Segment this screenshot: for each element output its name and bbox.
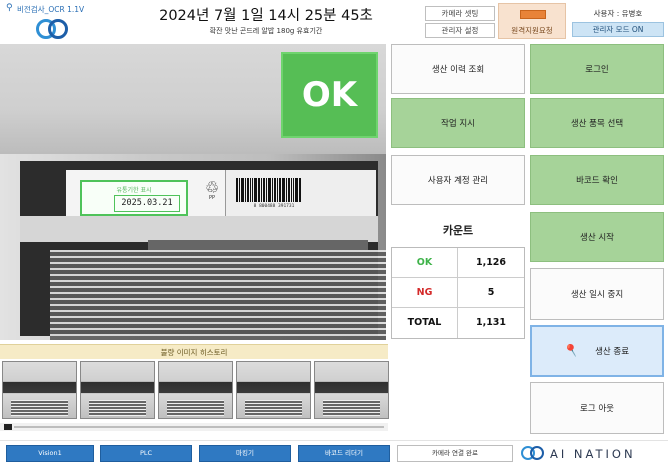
camera-view: 유통기한 표시 2025.03.21 ♲ PP 8 800488 391731 O… bbox=[0, 44, 386, 340]
logo-ring-right bbox=[48, 19, 68, 39]
select-product-button[interactable]: 생산 품목 선택 bbox=[530, 98, 664, 148]
company-logo bbox=[36, 19, 74, 39]
history-thumbnail[interactable] bbox=[80, 361, 155, 419]
count-label: TOTAL bbox=[392, 308, 458, 338]
ocr-date: 2025.03.21 bbox=[114, 195, 180, 212]
ocr-detection-box: 유통기한 표시 2025.03.21 bbox=[80, 180, 188, 216]
pushpin-icon: 📍 bbox=[562, 340, 584, 362]
history-thumbnail[interactable] bbox=[314, 361, 389, 419]
start-production-button[interactable]: 생산 시작 bbox=[530, 212, 664, 262]
user-label: 사용자 : 유병호 bbox=[593, 9, 643, 18]
brand-name: AI NATION bbox=[550, 447, 636, 461]
logout-button[interactable]: 로그 아웃 bbox=[530, 382, 664, 434]
package-printed-text bbox=[50, 250, 386, 340]
user-account-button[interactable]: 사용자 계정 관리 bbox=[391, 155, 525, 205]
history-scrollbar[interactable] bbox=[0, 423, 388, 431]
scrollbar-track bbox=[14, 426, 384, 428]
history-thumbnail[interactable] bbox=[2, 361, 77, 419]
product-title: 확잔 맛난 곤드레 알밥 180g 유효기간 bbox=[209, 27, 323, 35]
pause-production-button[interactable]: 생산 일시 중지 bbox=[530, 268, 664, 320]
history-header: 불량 이미지 히스토리 bbox=[0, 344, 388, 359]
location-pin-icon: ⚲ bbox=[6, 3, 13, 13]
recycle-icon: ♲ PP bbox=[198, 178, 226, 208]
package-text-header bbox=[148, 240, 368, 250]
count-row-ok: OK 1,126 bbox=[392, 248, 524, 278]
count-table: OK 1,126 NG 5 TOTAL 1,131 bbox=[391, 247, 525, 339]
work-order-button[interactable]: 작업 지시 bbox=[391, 98, 525, 148]
count-row-total: TOTAL 1,131 bbox=[392, 308, 524, 338]
remote-support-label: 원격지원요청 bbox=[511, 26, 553, 35]
history-thumbnail[interactable] bbox=[158, 361, 233, 419]
login-button[interactable]: 로그인 bbox=[530, 44, 664, 94]
package-band bbox=[20, 216, 378, 242]
barcode-reader-status-button[interactable]: 바코드 리더기 bbox=[298, 445, 390, 462]
count-panel: 카운트 OK 1,126 NG 5 TOTAL 1,131 bbox=[391, 210, 525, 342]
remote-support-button[interactable]: 원격지원요청 bbox=[498, 3, 566, 39]
brand-logo-ring-right bbox=[530, 446, 544, 460]
camera-connection-status: 카메라 연결 완료 bbox=[397, 445, 513, 462]
end-production-label: 생산 종료 bbox=[595, 347, 630, 357]
plc-status-button[interactable]: PLC bbox=[100, 445, 192, 462]
datetime-display: 2024년 7월 1일 14시 25분 45초 bbox=[159, 8, 373, 24]
brand-logo: AI NATION bbox=[521, 444, 665, 464]
count-label: OK bbox=[392, 248, 458, 278]
brand: ⚲ 비전검사_OCR 1.1V bbox=[6, 3, 116, 39]
admin-settings-button[interactable]: 관리자 설정 bbox=[425, 23, 495, 38]
count-title: 카운트 bbox=[442, 224, 474, 237]
barcode-check-button[interactable]: 바코드 확인 bbox=[530, 155, 664, 205]
ocr-caption: 유통기한 표시 bbox=[116, 187, 152, 194]
history-title: 불량 이미지 히스토리 bbox=[160, 348, 228, 357]
count-value: 5 bbox=[487, 287, 495, 298]
recycle-label: PP bbox=[208, 195, 216, 201]
count-value: 1,131 bbox=[475, 317, 507, 328]
footer: Vision1 PLC 마킹기 바코드 리더기 카메라 연결 완료 AI NAT… bbox=[0, 440, 668, 470]
scrollbar-thumb[interactable] bbox=[4, 424, 12, 430]
inspection-result-badge: OK bbox=[281, 52, 378, 138]
vision-status-button[interactable]: Vision1 bbox=[6, 445, 94, 462]
history-thumbnail[interactable] bbox=[236, 361, 311, 419]
count-row-ng: NG 5 bbox=[392, 278, 524, 308]
count-label: NG bbox=[392, 278, 458, 308]
end-production-button[interactable]: 📍 생산 종료 bbox=[530, 325, 664, 377]
barcode-number: 8 800488 391731 bbox=[253, 204, 295, 209]
remote-status-indicator bbox=[520, 10, 546, 19]
production-history-button[interactable]: 생산 이력 조회 bbox=[391, 44, 525, 94]
admin-mode-button[interactable]: 관리자 모드 ON bbox=[572, 22, 664, 37]
count-value: 1,126 bbox=[475, 257, 507, 268]
app-name: 비전검사_OCR 1.1V bbox=[17, 5, 85, 14]
header: ⚲ 비전검사_OCR 1.1V 2024년 7월 1일 14시 25분 45초 … bbox=[0, 0, 668, 40]
printer-status-button[interactable]: 마킹기 bbox=[199, 445, 291, 462]
camera-settings-button[interactable]: 카메라 셋팅 bbox=[425, 6, 495, 21]
